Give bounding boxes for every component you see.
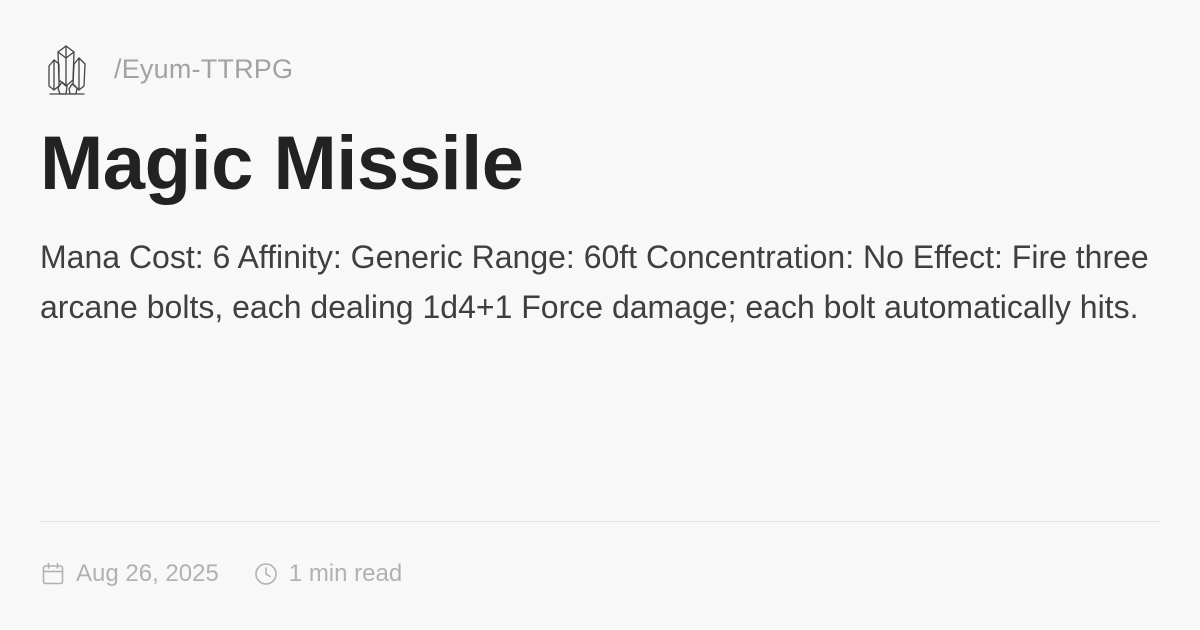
clock-icon	[254, 563, 277, 585]
calendar-icon	[42, 562, 64, 585]
site-header: /Eyum-TTRPG	[46, 42, 293, 96]
publish-date: Aug 26, 2025	[40, 560, 219, 588]
publish-date-text: Aug 26, 2025	[76, 560, 219, 587]
read-time: 1 min read	[253, 560, 402, 588]
divider	[40, 521, 1160, 522]
read-time-text: 1 min read	[288, 560, 403, 587]
page-title: Magic Missile	[40, 121, 524, 206]
article-meta: Aug 26, 2025 1 min read	[40, 556, 402, 592]
site-path-link[interactable]: /Eyum-TTRPG	[114, 54, 293, 85]
crystal-cluster-icon[interactable]	[46, 42, 88, 96]
article-description: Mana Cost: 6 Affinity: Generic Range: 60…	[40, 239, 1149, 325]
